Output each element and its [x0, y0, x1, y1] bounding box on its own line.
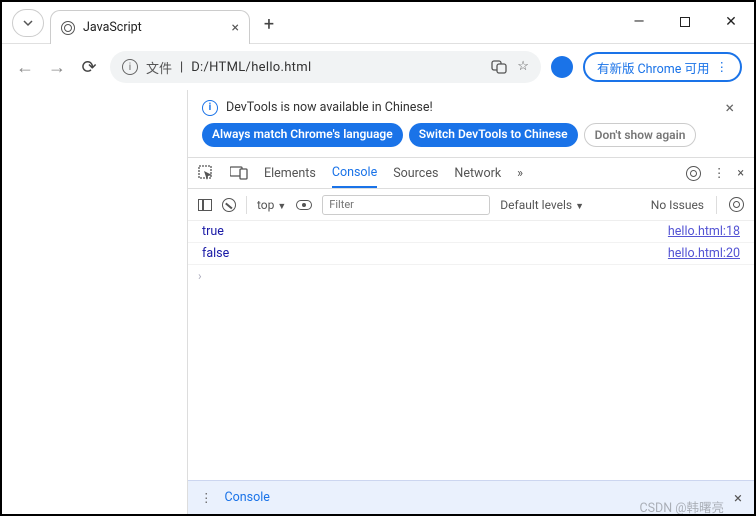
toggle-sidebar-icon[interactable]	[198, 199, 212, 211]
bookmark-star-icon[interactable]: ☆	[517, 59, 529, 75]
translate-icon[interactable]	[491, 59, 507, 75]
kebab-icon: ⋮	[716, 59, 729, 75]
settings-gear-icon[interactable]	[686, 166, 701, 181]
browser-tab[interactable]: JavaScript ×	[50, 10, 250, 44]
context-selector[interactable]: top ▼	[257, 198, 286, 212]
device-toggle-icon[interactable]	[230, 166, 248, 180]
page-viewport	[2, 90, 188, 514]
url-separator: |	[180, 60, 183, 75]
log-levels-selector[interactable]: Default levels ▼	[500, 198, 584, 212]
console-source-link[interactable]: hello.html:20	[668, 246, 740, 261]
window-minimize-button[interactable]: —	[616, 1, 662, 43]
devtools-close-icon[interactable]: ×	[737, 166, 744, 181]
more-tabs-icon[interactable]: »	[517, 166, 523, 181]
console-row: false hello.html:20	[188, 243, 754, 265]
tab-title: JavaScript	[83, 20, 142, 35]
switch-language-button[interactable]: Switch DevTools to Chinese	[409, 123, 578, 147]
clear-console-icon[interactable]	[222, 198, 236, 212]
back-button[interactable]: ←	[14, 57, 36, 78]
console-source-link[interactable]: hello.html:18	[668, 224, 740, 239]
live-expression-icon[interactable]	[296, 200, 312, 210]
profile-avatar[interactable]	[551, 56, 573, 78]
reload-button[interactable]: ⟳	[78, 57, 100, 78]
tab-elements[interactable]: Elements	[264, 160, 316, 187]
tab-sources[interactable]: Sources	[393, 160, 438, 187]
notice-text: DevTools is now available in Chinese!	[226, 100, 433, 115]
update-chip-label: 有新版 Chrome 可用	[597, 58, 710, 77]
url-scheme-label: 文件	[146, 58, 172, 77]
update-chrome-chip[interactable]: 有新版 Chrome 可用 ⋮	[583, 52, 742, 82]
match-language-button[interactable]: Always match Chrome's language	[202, 123, 403, 147]
tab-network[interactable]: Network	[454, 160, 501, 187]
console-output: true hello.html:18 false hello.html:20 ›	[188, 221, 754, 480]
url-text: D:/HTML/hello.html	[191, 60, 311, 75]
window-maximize-button[interactable]	[662, 1, 708, 43]
globe-icon	[61, 21, 75, 35]
console-row: true hello.html:18	[188, 221, 754, 243]
devtools-kebab-icon[interactable]: ⋮	[713, 165, 726, 181]
issues-link[interactable]: No Issues	[651, 198, 704, 212]
notice-close-button[interactable]: ×	[725, 98, 740, 117]
tab-close-icon[interactable]: ×	[232, 20, 239, 36]
tab-console[interactable]: Console	[332, 159, 377, 188]
drawer-tab-console[interactable]: Console	[225, 490, 270, 505]
inspect-icon[interactable]	[198, 165, 214, 181]
console-value: true	[202, 224, 224, 239]
info-icon: i	[202, 100, 218, 116]
address-bar[interactable]: i 文件 | D:/HTML/hello.html ☆	[110, 51, 541, 83]
dont-show-again-button[interactable]: Don't show again	[584, 123, 697, 147]
console-prompt[interactable]: ›	[188, 265, 754, 287]
new-tab-button[interactable]: +	[256, 11, 282, 37]
drawer-kebab-icon[interactable]: ⋮	[200, 490, 213, 506]
console-settings-icon[interactable]	[729, 197, 744, 212]
drawer-close-icon[interactable]: ×	[734, 489, 742, 507]
site-info-icon[interactable]: i	[122, 59, 138, 75]
console-value: false	[202, 246, 229, 261]
forward-button[interactable]: →	[46, 57, 68, 78]
tab-search-dropdown[interactable]	[12, 9, 44, 37]
window-close-button[interactable]: ✕	[708, 1, 754, 43]
console-filter-input[interactable]	[322, 195, 490, 215]
